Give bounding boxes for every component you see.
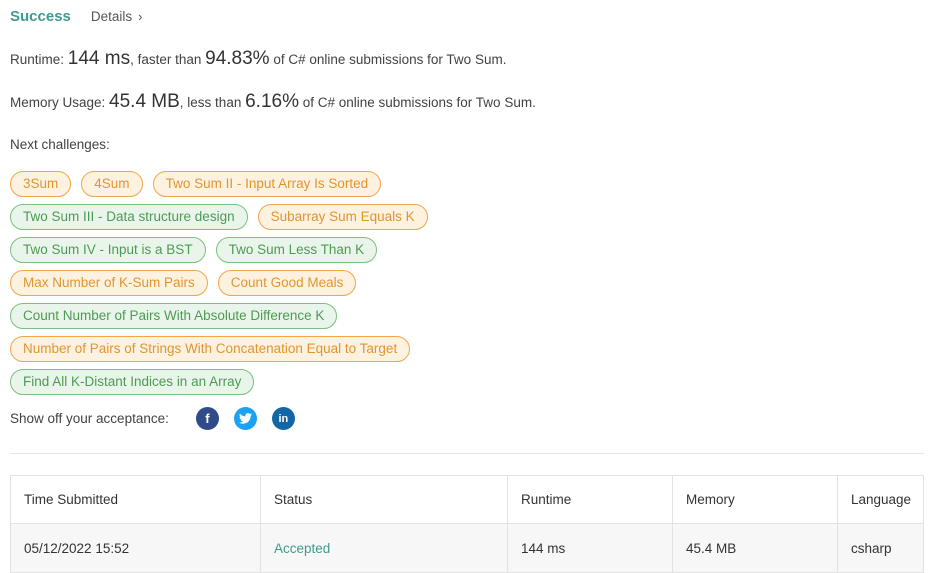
challenge-chip[interactable]: Count Good Meals [217,270,357,296]
header-runtime: Runtime [507,475,673,524]
memory-middle: , less than [179,95,246,110]
challenge-row: Count Number of Pairs With Absolute Diff… [10,303,438,329]
challenge-chip[interactable]: Number of Pairs of Strings With Concaten… [10,336,411,362]
header-time-submitted: Time Submitted [10,475,261,524]
challenge-chip[interactable]: Two Sum III - Data structure design [10,204,248,230]
chevron-right-icon: › [138,9,143,24]
cell-runtime: 144 ms [507,523,673,573]
table-header-row: Time Submitted Status Runtime Memory Lan… [10,475,924,524]
twitter-icon[interactable] [233,407,257,430]
share-label: Show off your acceptance: [10,411,169,426]
header-memory: Memory [672,475,838,524]
runtime-suffix: of C# online submissions for Two Sum. [269,52,507,67]
memory-suffix: of C# online submissions for Two Sum. [298,95,536,110]
next-challenges-label: Next challenges: [10,137,110,152]
challenge-chip[interactable]: Max Number of K-Sum Pairs [10,270,208,296]
challenge-chip[interactable]: Two Sum IV - Input is a BST [10,237,206,263]
challenge-row: Number of Pairs of Strings With Concaten… [10,336,438,362]
details-label: Details [90,9,133,24]
header-language: Language [837,475,924,524]
challenge-chip[interactable]: Two Sum Less Than K [215,237,378,263]
memory-percent: 6.16% [245,91,299,112]
next-challenges-list: 3Sum 4Sum Two Sum II - Input Array Is Sort… [10,171,438,402]
submission-result-page: Success Details › Runtime: 144 ms, faste… [0,0,937,573]
challenge-row: Max Number of K-Sum Pairs Count Good Meal… [10,270,438,296]
challenge-chip[interactable]: Subarray Sum Equals K [257,204,428,230]
challenge-chip[interactable]: 3Sum [10,171,72,197]
details-link[interactable]: Details › [91,9,143,24]
cell-language: csharp [837,523,924,573]
runtime-percent: 94.83% [205,48,270,69]
runtime-value: 144 ms [67,48,131,69]
section-divider [10,453,924,454]
cell-status-accepted[interactable]: Accepted [260,523,508,573]
share-section: Show off your acceptance: f in [10,407,310,430]
challenge-chip[interactable]: 4Sum [81,171,143,197]
header-status: Status [260,475,508,524]
challenge-row: Two Sum IV - Input is a BST Two Sum Less … [10,237,438,263]
runtime-label: Runtime: [10,52,68,67]
runtime-stat: Runtime: 144 ms, faster than 94.83% of C… [10,48,506,70]
runtime-middle: , faster than [130,52,206,67]
memory-stat: Memory Usage: 45.4 MB, less than 6.16% o… [10,91,536,113]
challenge-chip[interactable]: Count Number of Pairs With Absolute Diff… [10,303,338,329]
facebook-icon[interactable]: f [195,407,219,430]
challenge-row: 3Sum 4Sum Two Sum II - Input Array Is Sort… [10,171,438,197]
cell-memory: 45.4 MB [672,523,838,573]
memory-label: Memory Usage: [10,95,110,110]
cell-time-submitted: 05/12/2022 15:52 [10,523,261,573]
challenge-chip[interactable]: Two Sum II - Input Array Is Sorted [152,171,382,197]
challenge-row: Two Sum III - Data structure design Subar… [10,204,438,230]
table-row: 05/12/2022 15:52 Accepted 144 ms 45.4 MB… [10,523,924,573]
linkedin-icon[interactable]: in [271,407,295,430]
submissions-table: Time Submitted Status Runtime Memory Lan… [10,475,924,573]
status-success-label: Success [10,8,71,25]
memory-value: 45.4 MB [109,91,180,112]
challenge-chip[interactable]: Find All K-Distant Indices in an Array [10,369,255,395]
result-header: Success Details › [10,8,143,25]
challenge-row: Find All K-Distant Indices in an Array [10,369,438,395]
